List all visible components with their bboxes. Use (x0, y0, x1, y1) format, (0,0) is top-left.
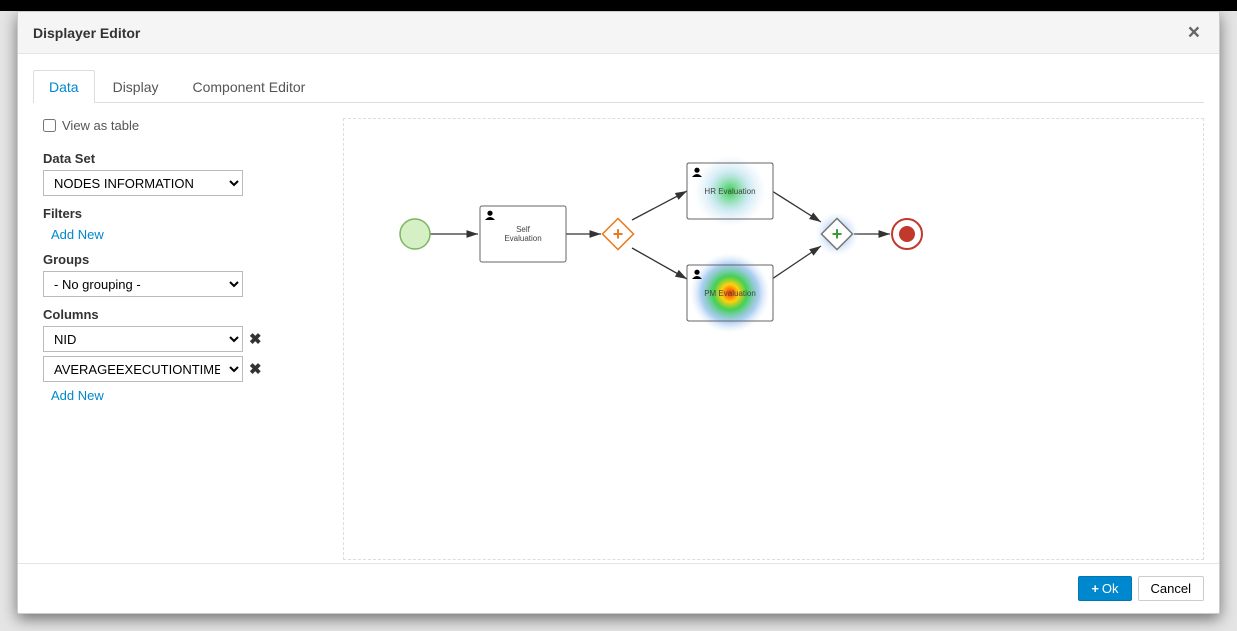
view-as-table-checkbox[interactable] (43, 119, 56, 132)
tab-list: Data Display Component Editor (33, 69, 1204, 103)
filters-label: Filters (43, 206, 323, 221)
tab-content: View as table Data Set NODES INFORMATION… (33, 118, 1204, 560)
edge-hr-merge (772, 191, 821, 222)
remove-column-1-icon[interactable]: ✖ (249, 330, 262, 348)
cancel-button[interactable]: Cancel (1138, 576, 1204, 601)
filters-add-new[interactable]: Add New (43, 227, 104, 242)
svg-text:+: + (613, 224, 624, 244)
displayer-editor-modal: Displayer Editor × Data Display Componen… (17, 11, 1220, 614)
bpmn-heatmap-svg: SelfEvaluation + (344, 119, 1184, 559)
ok-button[interactable]: +Ok (1078, 576, 1131, 601)
edge-gateway-hr (632, 191, 687, 220)
columns-label: Columns (43, 307, 323, 322)
groups-select[interactable]: - No grouping - (43, 271, 243, 297)
modal-body: Data Display Component Editor View as ta… (18, 54, 1219, 563)
tab-component-editor[interactable]: Component Editor (176, 70, 321, 103)
diagram-preview: SelfEvaluation + (343, 118, 1204, 560)
column-row-2: AVERAGEEXECUTIONTIME ✖ (43, 356, 323, 382)
edge-pm-merge (772, 246, 821, 279)
task-pm-evaluation: PM Evaluation (687, 253, 773, 333)
column-select-1[interactable]: NID (43, 326, 243, 352)
view-as-table-label: View as table (62, 118, 139, 133)
tab-display[interactable]: Display (97, 70, 175, 103)
tab-data[interactable]: Data (33, 70, 95, 103)
modal-footer: +Ok Cancel (18, 563, 1219, 613)
columns-add-new[interactable]: Add New (43, 388, 104, 403)
column-row-1: NID ✖ (43, 326, 323, 352)
remove-column-2-icon[interactable]: ✖ (249, 360, 262, 378)
svg-text:+: + (832, 224, 843, 244)
start-event-icon (400, 219, 430, 249)
data-set-label: Data Set (43, 151, 323, 166)
data-set-select[interactable]: NODES INFORMATION (43, 170, 243, 196)
view-as-table-row: View as table (43, 118, 323, 133)
modal-header: Displayer Editor × (18, 12, 1219, 54)
task-pm-label: PM Evaluation (704, 289, 756, 298)
edge-gateway-pm (632, 248, 687, 279)
column-select-2[interactable]: AVERAGEEXECUTIONTIME (43, 356, 243, 382)
modal-title: Displayer Editor (33, 25, 140, 41)
gateway-merge-icon: + (815, 212, 859, 256)
gateway-split-icon: + (602, 218, 633, 249)
plus-icon: + (1091, 581, 1099, 596)
groups-label: Groups (43, 252, 323, 267)
close-button[interactable]: × (1184, 22, 1204, 43)
task-hr-label: HR Evaluation (704, 187, 755, 196)
end-event-icon (892, 219, 922, 249)
task-self-evaluation: SelfEvaluation (480, 206, 566, 262)
task-hr-evaluation: HR Evaluation (687, 155, 773, 227)
data-settings-panel: View as table Data Set NODES INFORMATION… (33, 118, 323, 560)
